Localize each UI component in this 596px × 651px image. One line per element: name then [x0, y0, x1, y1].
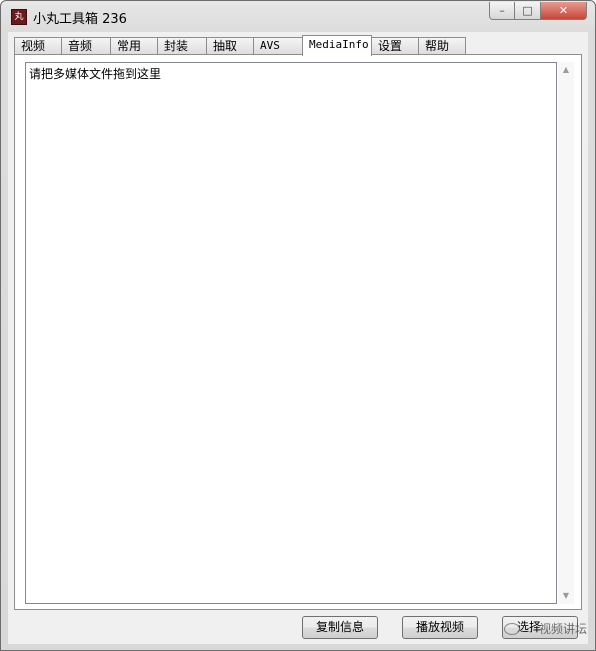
copy-info-button[interactable]: 复制信息 — [302, 616, 378, 639]
tab-common[interactable]: 常用 — [110, 37, 158, 55]
tab-mediainfo[interactable]: MediaInfo — [302, 35, 372, 56]
tab-audio[interactable]: 音频 — [61, 37, 111, 55]
button-bar: 复制信息 播放视频 选择 视频讲坛 — [8, 616, 588, 640]
drop-hint-text: 请把多媒体文件拖到这里 — [29, 67, 162, 81]
title-bar[interactable]: 丸 小丸工具箱 236 – □ ✕ — [1, 1, 595, 31]
watermark-text: 视频讲坛 — [539, 622, 588, 636]
tab-help[interactable]: 帮助 — [418, 37, 466, 55]
maximize-button[interactable]: □ — [515, 2, 541, 20]
mediainfo-textarea[interactable]: 请把多媒体文件拖到这里 — [25, 62, 557, 604]
tab-mux[interactable]: 封装 — [157, 37, 207, 55]
watermark: 视频讲坛 — [504, 620, 587, 637]
tab-extract[interactable]: 抽取 — [206, 37, 254, 55]
mediainfo-panel: 请把多媒体文件拖到这里 ▲ ▼ — [14, 54, 582, 610]
caption-buttons: – □ ✕ — [489, 2, 587, 22]
maximize-icon: □ — [522, 4, 533, 17]
tab-strip: 视频 音频 常用 封装 抽取 AVS MediaInfo 设置 帮助 — [14, 35, 466, 56]
minimize-icon: – — [499, 4, 505, 17]
close-button[interactable]: ✕ — [541, 2, 587, 20]
wechat-logo-icon — [504, 622, 520, 635]
minimize-button[interactable]: – — [489, 2, 515, 20]
play-video-button[interactable]: 播放视频 — [402, 616, 478, 639]
tab-avs[interactable]: AVS — [253, 37, 303, 55]
app-window: 丸 小丸工具箱 236 – □ ✕ 视频 音频 常用 封装 抽取 AVS Med… — [0, 0, 596, 651]
client-area: 视频 音频 常用 封装 抽取 AVS MediaInfo 设置 帮助 请把多媒体… — [8, 32, 588, 644]
app-icon: 丸 — [11, 9, 27, 25]
scroll-up-icon[interactable]: ▲ — [558, 62, 574, 78]
scroll-down-icon[interactable]: ▼ — [558, 588, 574, 604]
vertical-scrollbar[interactable]: ▲ ▼ — [558, 62, 574, 604]
close-icon: ✕ — [558, 4, 569, 17]
tab-video[interactable]: 视频 — [14, 37, 62, 55]
tab-settings[interactable]: 设置 — [371, 37, 419, 55]
window-title: 小丸工具箱 236 — [33, 12, 127, 27]
